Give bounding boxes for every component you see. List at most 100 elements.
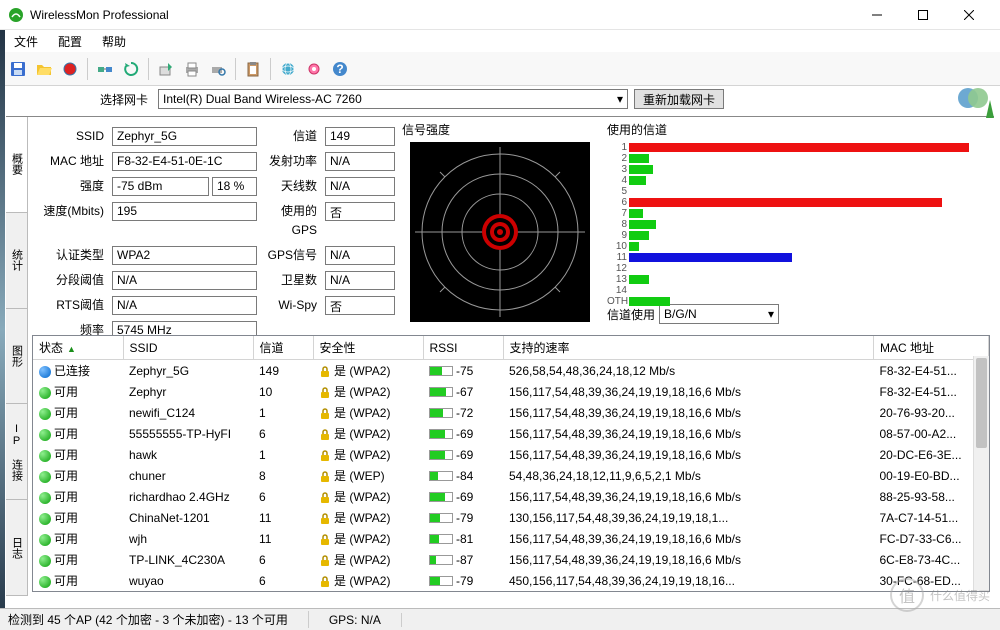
col-channel[interactable]: 信道 xyxy=(253,336,313,360)
label-gpssig: GPS信号 xyxy=(261,246,321,265)
lock-icon xyxy=(319,366,331,378)
status-dot-icon xyxy=(39,471,51,483)
adapter-select[interactable]: Intel(R) Dual Band Wireless-AC 7260 ▾ xyxy=(158,89,628,109)
menu-file[interactable]: 文件 xyxy=(6,31,46,52)
table-row[interactable]: 已连接Zephyr_5G149是 (WPA2)-75526,58,54,48,3… xyxy=(33,360,989,382)
tab-ip[interactable]: IP 连接 xyxy=(6,404,27,500)
table-row[interactable]: 可用chuner8是 (WEP)-8454,48,36,24,18,12,11,… xyxy=(33,465,989,486)
channel-bar-row: 12 xyxy=(607,263,990,274)
scrollbar-thumb[interactable] xyxy=(976,358,987,448)
label-channel: 信道 xyxy=(261,127,321,146)
table-row[interactable]: 可用hawk1是 (WPA2)-69156,117,54,48,39,36,24… xyxy=(33,444,989,465)
export-icon[interactable] xyxy=(154,57,178,81)
tab-log[interactable]: 日志 xyxy=(6,500,27,596)
col-rates[interactable]: 支持的速率 xyxy=(503,336,874,360)
col-status[interactable]: 状态 xyxy=(33,336,123,360)
value-strength-dbm: -75 dBm xyxy=(112,177,209,196)
table-row[interactable]: 可用TP-LINK_4C230A6是 (WPA2)-87156,117,54,4… xyxy=(33,549,989,570)
channel-bar xyxy=(629,231,649,240)
refresh-icon[interactable] xyxy=(119,57,143,81)
status-dot-icon xyxy=(39,576,51,588)
print-icon[interactable] xyxy=(180,57,204,81)
tab-graphs[interactable]: 图形 xyxy=(6,309,27,405)
value-strength-pct: 18 % xyxy=(212,177,257,196)
app-icon xyxy=(8,7,24,23)
label-strength: 强度 xyxy=(36,177,108,196)
channel-number: 6 xyxy=(607,197,629,208)
lock-icon xyxy=(319,387,331,399)
channel-bar-row: 9 xyxy=(607,230,990,241)
side-tab-strip: 概要 统计 图形 IP 连接 日志 xyxy=(6,117,28,596)
status-dot-icon xyxy=(39,387,51,399)
channel-bar-row: 3 xyxy=(607,164,990,175)
status-dot-icon xyxy=(39,534,51,546)
help-icon[interactable]: ? xyxy=(328,57,352,81)
col-ssid[interactable]: SSID xyxy=(123,336,253,360)
channel-number: 4 xyxy=(607,175,629,186)
lock-icon xyxy=(319,513,331,525)
channel-bar-row: 8 xyxy=(607,219,990,230)
statusbar-gps: GPS: N/A xyxy=(329,613,402,627)
value-channel: 149 xyxy=(325,127,395,146)
table-scrollbar[interactable] xyxy=(973,356,989,591)
channel-bar xyxy=(629,253,792,262)
channel-bar-row: 14 xyxy=(607,285,990,296)
toolbar-separator xyxy=(235,58,236,80)
value-wispy: 否 xyxy=(325,296,395,315)
print-preview-icon[interactable] xyxy=(206,57,230,81)
col-security[interactable]: 安全性 xyxy=(313,336,423,360)
open-icon[interactable] xyxy=(32,57,56,81)
lock-icon xyxy=(319,492,331,504)
channel-number: 8 xyxy=(607,219,629,230)
record-icon[interactable] xyxy=(58,57,82,81)
rssi-bar-icon xyxy=(429,555,453,565)
network-adapters-icon[interactable] xyxy=(93,57,117,81)
label-sat: 卫星数 xyxy=(261,271,321,290)
label-mac: MAC 地址 xyxy=(36,152,108,171)
tab-stats[interactable]: 统计 xyxy=(6,213,27,309)
maximize-button[interactable] xyxy=(900,0,946,30)
channel-number: 11 xyxy=(607,252,629,263)
menu-config[interactable]: 配置 xyxy=(50,31,90,52)
close-button[interactable] xyxy=(946,0,992,30)
channel-bar-row: 6 xyxy=(607,197,990,208)
table-row[interactable]: 可用wjh11是 (WPA2)-81156,117,54,48,39,36,24… xyxy=(33,528,989,549)
channel-chart: 1234567891011121314OTH xyxy=(607,142,990,302)
table-row[interactable]: 可用ChinaNet-120111是 (WPA2)-79130,156,117,… xyxy=(33,507,989,528)
clipboard-icon[interactable] xyxy=(241,57,265,81)
channel-bar xyxy=(629,154,649,163)
minimize-button[interactable] xyxy=(854,0,900,30)
channel-bar xyxy=(629,143,969,152)
save-icon[interactable] xyxy=(6,57,30,81)
col-rssi[interactable]: RSSI xyxy=(423,336,503,360)
channel-bar-row: 2 xyxy=(607,153,990,164)
channel-title: 使用的信道 xyxy=(607,121,990,138)
globe-icon[interactable] xyxy=(276,57,300,81)
channel-bar xyxy=(629,209,643,218)
table-row[interactable]: 可用richardhao 2.4GHz6是 (WPA2)-69156,117,5… xyxy=(33,486,989,507)
table-row[interactable]: 可用Zephyr10是 (WPA2)-67156,117,54,48,39,36… xyxy=(33,381,989,402)
label-auth: 认证类型 xyxy=(36,246,108,265)
menu-help[interactable]: 帮助 xyxy=(94,31,134,52)
table-row[interactable]: 可用55555555-TP-HyFI6是 (WPA2)-69156,117,54… xyxy=(33,423,989,444)
channel-number: OTH xyxy=(607,296,629,307)
channel-section: 使用的信道 1234567891011121314OTH 信道使用 B/G/N … xyxy=(597,121,990,331)
value-frag: N/A xyxy=(112,271,257,290)
reload-adapter-button[interactable]: 重新加载网卡 xyxy=(634,89,724,109)
rssi-bar-icon xyxy=(429,492,453,502)
table-row[interactable]: 可用newifi_C1241是 (WPA2)-72156,117,54,48,3… xyxy=(33,402,989,423)
settings-icon[interactable] xyxy=(302,57,326,81)
rssi-bar-icon xyxy=(429,534,453,544)
tab-summary[interactable]: 概要 xyxy=(6,117,27,213)
value-auth: WPA2 xyxy=(112,246,257,265)
rssi-bar-icon xyxy=(429,429,453,439)
table-row[interactable]: 可用wuyao6是 (WPA2)-79450,156,117,54,48,39,… xyxy=(33,570,989,591)
col-mac[interactable]: MAC 地址 xyxy=(874,336,989,360)
value-speed: 195 xyxy=(112,202,257,221)
lock-icon xyxy=(319,408,331,420)
top-section: SSID Zephyr_5G 信道 149 MAC 地址 F8-32-E4-51… xyxy=(32,121,990,331)
value-strength: -75 dBm 18 % xyxy=(112,177,257,196)
channel-mode-select[interactable]: B/G/N ▾ xyxy=(659,304,779,324)
channel-number: 1 xyxy=(607,142,629,153)
chevron-down-icon: ▾ xyxy=(768,307,774,321)
